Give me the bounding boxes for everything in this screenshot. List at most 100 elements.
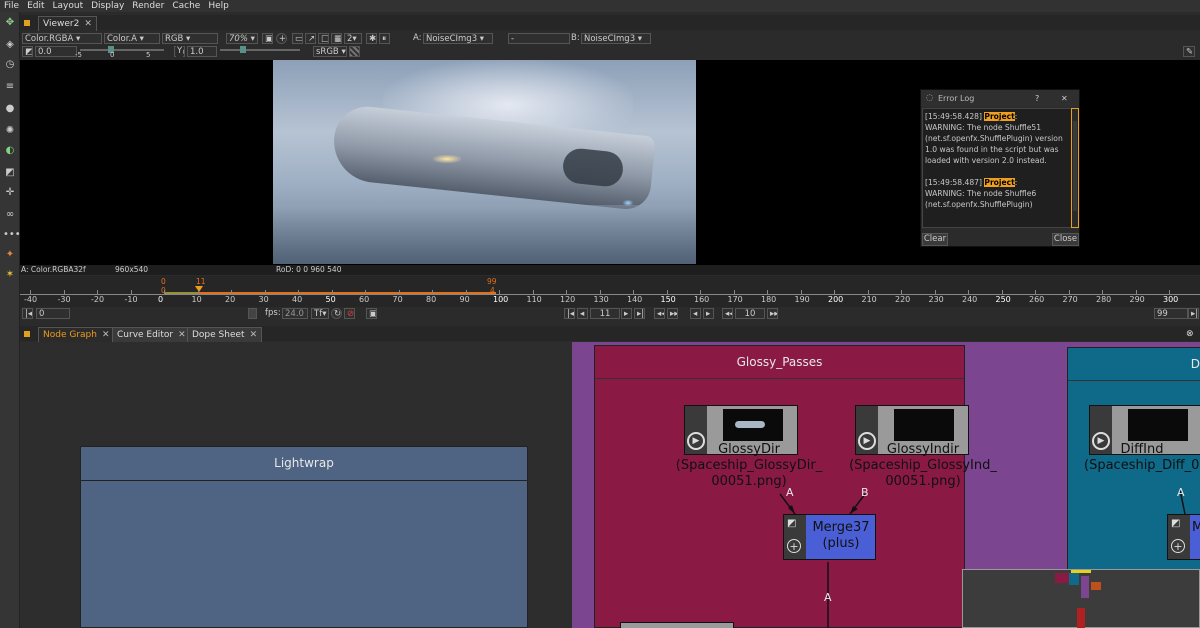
- merge-tools-icon[interactable]: ◩: [3, 166, 17, 180]
- node-graph-canvas[interactable]: Lightwrap Glossy_Passes D ▶ GlossyDir (S…: [20, 342, 1200, 628]
- first-frame-icon[interactable]: |◂: [564, 308, 575, 319]
- turbo-icon[interactable]: [248, 308, 257, 319]
- auto-contrast-icon[interactable]: +: [276, 33, 287, 44]
- timeline-tick-label: 20: [225, 295, 236, 304]
- log-scrollbar-thumb[interactable]: [1073, 121, 1077, 211]
- lock-range-icon[interactable]: ▣: [366, 308, 377, 319]
- gain-field[interactable]: 0.0: [35, 46, 77, 57]
- merge-icon: ◩: [787, 518, 797, 529]
- image-tools-icon[interactable]: ✥: [3, 16, 17, 30]
- lock-icon[interactable]: ▣: [262, 33, 273, 44]
- play-backward-icon[interactable]: ◂: [577, 308, 588, 319]
- menu-cache[interactable]: Cache: [168, 0, 204, 12]
- merge-node-diff[interactable]: ◩ + M: [1167, 514, 1200, 560]
- clip-icon[interactable]: ▭: [292, 33, 303, 44]
- node-graph-navigator[interactable]: [962, 569, 1200, 628]
- checkerboard-icon[interactable]: [349, 46, 360, 57]
- thumbnail-diffind: [1128, 409, 1188, 441]
- close-icon[interactable]: ✕: [250, 330, 258, 340]
- close-icon[interactable]: ✕: [102, 330, 110, 340]
- current-frame-field[interactable]: 11: [590, 308, 620, 319]
- viewer-controls-row2: ◩ 0.0 -5 0 5 ◐ Y 1.0 sRGB ▾ ✎: [20, 45, 1200, 59]
- timeline-tick-mark: [934, 290, 936, 294]
- playback-mode-icon[interactable]: ↻: [331, 308, 342, 319]
- transform-tools-icon[interactable]: ✛: [3, 186, 17, 200]
- layer-select[interactable]: Color.RGBA ▾: [22, 33, 102, 44]
- set-out-icon[interactable]: ▸|: [1188, 308, 1199, 319]
- gain-toggle-icon[interactable]: ◩: [22, 46, 33, 57]
- zoom-select[interactable]: 70% ▾: [226, 33, 258, 44]
- tab-curve-editor[interactable]: Curve Editor ✕: [112, 327, 191, 342]
- alpha-select[interactable]: Color.A ▾: [104, 33, 160, 44]
- draw-tools-icon[interactable]: ◈: [3, 38, 17, 52]
- menu-layout[interactable]: Layout: [49, 0, 88, 12]
- menu-edit[interactable]: Edit: [23, 0, 48, 12]
- read-node-bottom[interactable]: [620, 622, 734, 628]
- timeline-tick-label: 270: [1062, 295, 1078, 304]
- read-diffind-file: (Spaceship_Diff_00011.png: [1084, 458, 1200, 473]
- menu-file[interactable]: File: [0, 0, 23, 12]
- gain-slider[interactable]: [80, 49, 164, 51]
- clear-button[interactable]: Clear: [922, 233, 948, 246]
- increment-field[interactable]: 10: [735, 308, 765, 319]
- prev-increment-icon[interactable]: ◂: [690, 308, 701, 319]
- roi-icon[interactable]: □: [318, 33, 329, 44]
- step-back-icon[interactable]: ◂◂: [722, 308, 733, 319]
- gamma-slider-handle[interactable]: [240, 46, 246, 53]
- end-frame-field[interactable]: 99: [1154, 308, 1188, 319]
- colorspace-select[interactable]: sRGB ▾: [313, 46, 347, 57]
- merge-node-merge37[interactable]: ◩ + Merge37 (plus): [783, 514, 876, 560]
- input-a-select[interactable]: NoiseCImg3 ▾: [423, 33, 493, 44]
- pause-icon[interactable]: ⏸: [379, 33, 390, 44]
- backdrop-lightwrap[interactable]: Lightwrap: [80, 446, 528, 628]
- next-increment-icon[interactable]: ▸: [703, 308, 714, 319]
- compare-op-select[interactable]: -: [508, 33, 570, 44]
- start-frame-field[interactable]: 0: [36, 308, 70, 319]
- channels-select[interactable]: RGB ▾: [162, 33, 218, 44]
- close-icon[interactable]: ✕: [1061, 93, 1068, 104]
- float-pane-icon[interactable]: ⊗: [1182, 327, 1200, 341]
- stop-icon[interactable]: ⊘: [344, 308, 355, 319]
- close-icon[interactable]: ✕: [84, 19, 92, 29]
- timeline-tick-label: 240: [962, 295, 978, 304]
- proxy-icon[interactable]: ▦: [331, 33, 342, 44]
- tab-node-graph[interactable]: Node Graph ✕: [38, 327, 115, 342]
- app-icon: ◌: [926, 93, 934, 103]
- pin-icon[interactable]: ✎: [1183, 46, 1195, 57]
- input-b-select[interactable]: NoiseCImg3 ▾: [581, 33, 651, 44]
- proxy-level-select[interactable]: 2▾: [344, 33, 362, 44]
- prev-keyframe-icon[interactable]: ◂◂: [654, 308, 665, 319]
- views-tools-icon[interactable]: ∞: [3, 208, 17, 222]
- menu-help[interactable]: Help: [204, 0, 233, 12]
- close-icon[interactable]: ✕: [178, 330, 186, 340]
- play-forward-icon[interactable]: ▸: [621, 308, 632, 319]
- extra-tools-icon[interactable]: ✶: [3, 268, 17, 282]
- filter-tools-icon[interactable]: ✺: [3, 124, 17, 138]
- menu-render[interactable]: Render: [128, 0, 168, 12]
- menu-bar: File Edit Layout Display Render Cache Help: [0, 0, 1200, 12]
- timeline[interactable]: 0 0 11 99 4 -40-30-20-100102030405060708…: [20, 276, 1200, 308]
- refresh-icon[interactable]: ✱: [366, 33, 377, 44]
- step-forward-icon[interactable]: ▸▸: [767, 308, 778, 319]
- wipe-icon[interactable]: ↗: [305, 33, 316, 44]
- set-in-icon[interactable]: |◂: [22, 308, 33, 319]
- last-frame-icon[interactable]: ▸|: [634, 308, 645, 319]
- other-tools-icon[interactable]: •••: [3, 228, 21, 242]
- help-button[interactable]: ?: [1035, 93, 1039, 104]
- fps-field[interactable]: 24.0: [282, 308, 308, 319]
- gamma-field[interactable]: 1.0: [187, 46, 217, 57]
- gmic-tools-icon[interactable]: ✦: [3, 248, 17, 262]
- tab-viewer2[interactable]: Viewer2 ✕: [38, 16, 97, 31]
- timeline-mode-select[interactable]: Tf▾: [311, 308, 329, 319]
- gamma-slider[interactable]: [220, 49, 300, 51]
- channel-tools-icon[interactable]: ≡: [3, 80, 17, 94]
- timeline-tick-label: 200: [828, 295, 844, 304]
- color-tools-icon[interactable]: ●: [3, 102, 17, 116]
- keyer-tools-icon[interactable]: ◐: [3, 144, 17, 158]
- menu-display[interactable]: Display: [87, 0, 128, 12]
- tab-dope-sheet[interactable]: Dope Sheet ✕: [187, 327, 263, 342]
- close-button[interactable]: Close: [1052, 233, 1079, 246]
- log-scrollbar[interactable]: [1071, 108, 1079, 228]
- next-keyframe-icon[interactable]: ▸▸: [667, 308, 678, 319]
- time-tools-icon[interactable]: ◷: [3, 58, 17, 72]
